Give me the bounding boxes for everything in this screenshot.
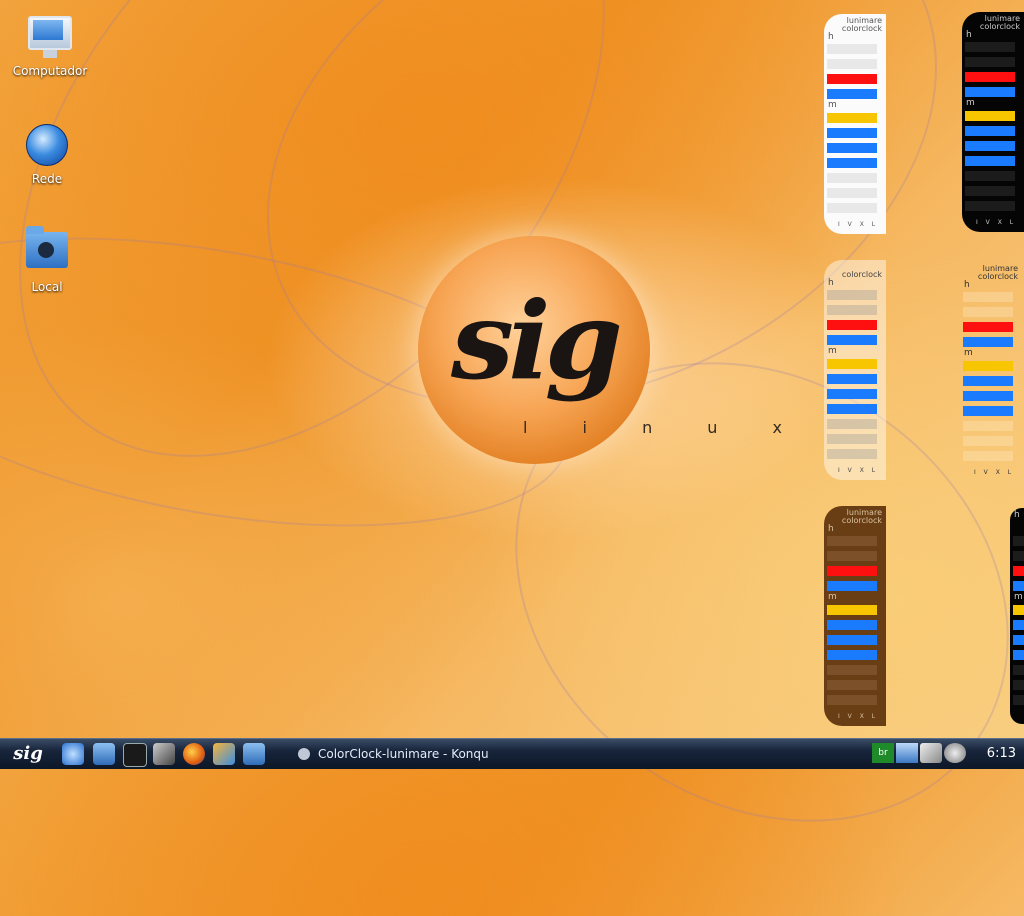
logo-text: sig (451, 279, 623, 404)
taskbar-window-button[interactable]: ColorClock-lunimare - Konqu (292, 742, 492, 766)
minute-label: m (1014, 592, 1023, 602)
home-folder-icon (25, 226, 69, 276)
hour-label: h (828, 278, 834, 288)
colorclock-widget-black[interactable]: lunimare colorclock h m I V X L (962, 12, 1024, 232)
hour-label: h (828, 32, 834, 42)
desktop-icon-computador[interactable]: Computador (5, 16, 95, 78)
colorclock-widget-glass[interactable]: colorclock h m I V X L (824, 260, 886, 480)
hour-label: h (828, 524, 834, 534)
colorclock-footer: I V X L (838, 221, 879, 228)
hour-label: h (1014, 510, 1020, 520)
minute-label: m (828, 346, 837, 356)
colorclock-footer: I V X L (838, 467, 879, 474)
colorclock-footer: I V X L (838, 713, 879, 720)
keyboard-layout-label: br (878, 748, 888, 758)
colorclock-footer: I V X L (974, 469, 1015, 476)
terminal-icon[interactable] (123, 743, 147, 767)
logo-subtitle: l i n u x (523, 418, 807, 437)
minute-label: m (828, 100, 837, 110)
hour-label: h (966, 30, 972, 40)
network-globe-icon (25, 124, 69, 168)
desktop-icon-local[interactable]: Local (2, 226, 92, 294)
desktop-icon-rede[interactable]: Rede (2, 124, 92, 186)
task-title: ColorClock-lunimare - Konqu (318, 747, 489, 761)
minute-label: m (964, 348, 973, 358)
settings-tools-icon[interactable] (153, 743, 175, 765)
colorclock-subtitle: colorclock (977, 272, 1018, 281)
colorclock-widget-black-partial[interactable]: h m (1010, 508, 1024, 724)
start-menu-button[interactable]: sig (4, 742, 52, 766)
file-manager-icon[interactable] (93, 743, 115, 765)
colorclock-subtitle: colorclock (841, 270, 882, 279)
power-icon[interactable] (944, 743, 966, 763)
desktop-icon-label: Local (31, 280, 63, 294)
konqueror-icon (298, 748, 310, 760)
colorclock-subtitle: colorclock (979, 22, 1020, 31)
usb-icon[interactable] (920, 743, 942, 763)
computer-icon (28, 16, 72, 60)
colorclock-subtitle: colorclock (841, 24, 882, 33)
start-menu-label: sig (13, 743, 43, 764)
taskbar-clock[interactable]: 6:13 (987, 743, 1016, 765)
desktop-icon[interactable] (243, 743, 265, 765)
firefox-icon[interactable] (183, 743, 205, 765)
hour-label: h (964, 280, 970, 290)
colorclock-widget-white[interactable]: lunimare colorclock h m I V X L (824, 14, 886, 234)
desktop-icon-label: Computador (12, 64, 88, 78)
colorclock-footer: I V X L (976, 219, 1017, 226)
colorclock-widget-transparent[interactable]: lunimare colorclock h m I V X L (960, 262, 1022, 482)
colorclock-subtitle: colorclock (841, 516, 882, 525)
minute-label: m (828, 592, 837, 602)
keyboard-layout-indicator[interactable]: br (872, 743, 894, 763)
kde-help-icon[interactable] (62, 743, 84, 765)
network-icon[interactable] (896, 743, 918, 763)
multimedia-icon[interactable] (213, 743, 235, 765)
taskbar: sig ColorClock-lunimare - Konqu br 6:13 (0, 738, 1024, 769)
desktop-icon-label: Rede (31, 172, 63, 186)
minute-label: m (966, 98, 975, 108)
colorclock-widget-brown[interactable]: lunimare colorclock h m I V X L (824, 506, 886, 726)
